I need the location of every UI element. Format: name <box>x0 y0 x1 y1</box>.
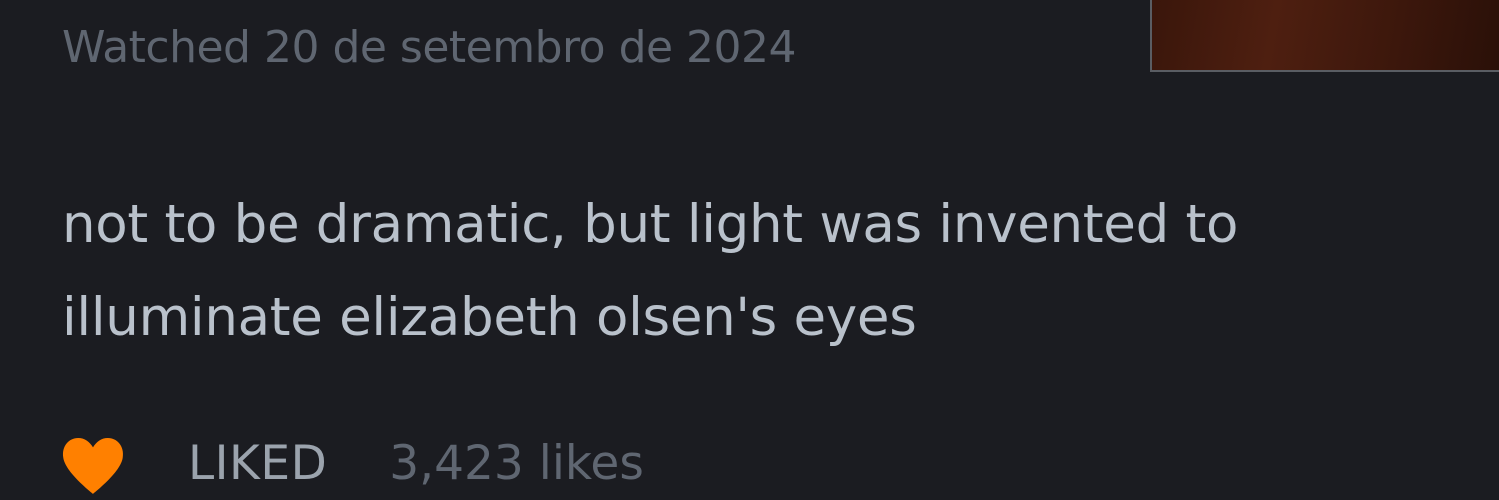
liked-button[interactable]: LIKED <box>188 436 327 491</box>
review-body: not to be dramatic, but light was invent… <box>62 194 1239 348</box>
film-poster-thumbnail[interactable] <box>1150 0 1499 72</box>
likes-count-link[interactable]: 3,423 likes <box>389 436 644 491</box>
heart-icon[interactable] <box>60 434 126 496</box>
watched-date: Watched 20 de setembro de 2024 <box>62 22 797 73</box>
review-actions: LIKED 3,423 likes <box>60 428 644 498</box>
